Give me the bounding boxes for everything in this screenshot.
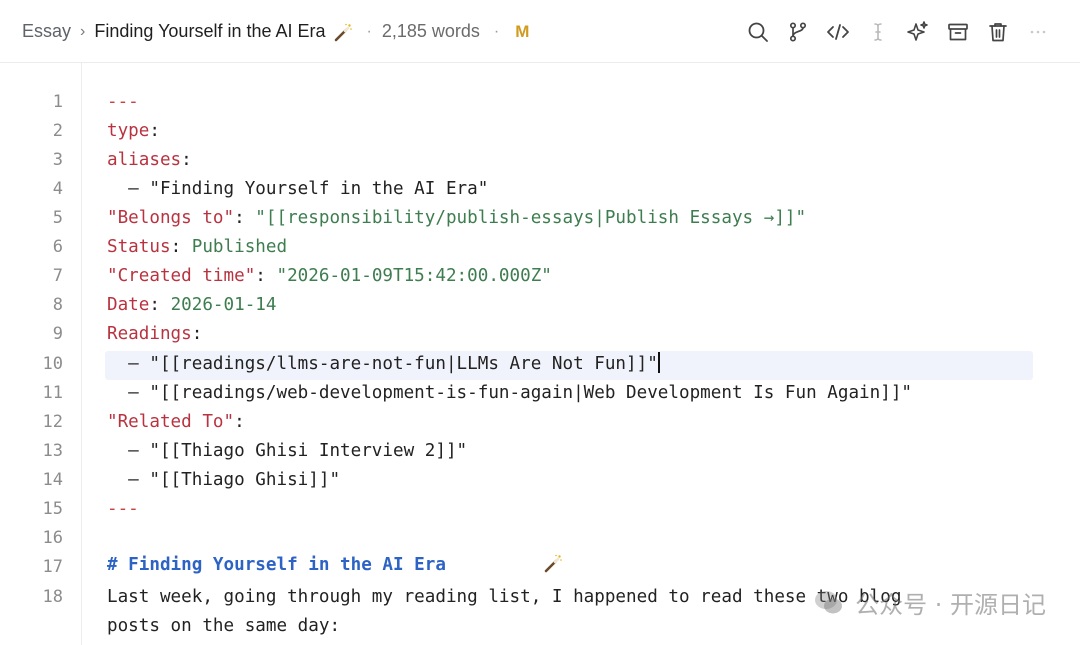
breadcrumb-separator: › <box>80 22 86 40</box>
yaml-value: 2026-01-14 <box>170 295 277 315</box>
yaml-value: "[[responsibility/publish-essays|Publish… <box>255 208 807 228</box>
line-number: 4 <box>52 179 63 199</box>
yaml-key: Date <box>107 295 150 315</box>
yaml-value: Published <box>191 237 288 257</box>
delete-button[interactable] <box>978 12 1018 52</box>
code-line-5: "Belongs to": "[[responsibility/publish-… <box>107 204 806 233</box>
line-number: 10 <box>42 354 63 374</box>
line-number: 8 <box>52 295 63 315</box>
line-number: 16 <box>42 528 63 548</box>
line-number: 12 <box>42 412 63 432</box>
line-number: 3 <box>52 150 63 170</box>
yaml-key: aliases <box>107 150 182 170</box>
yaml-colon: : <box>255 266 277 286</box>
text-caret <box>657 352 660 373</box>
code-line-14: – "[[Thiago Ghisi]]" <box>107 470 341 490</box>
line-number: 14 <box>42 470 63 490</box>
line-number: 7 <box>52 266 63 286</box>
code-icon <box>826 21 850 43</box>
separator-dot-2: · <box>493 22 500 40</box>
yaml-key: Readings <box>107 324 192 344</box>
yaml-key: Status <box>107 237 171 257</box>
code-line-4: – "Finding Yourself in the AI Era" <box>107 179 489 199</box>
breadcrumb: Essay › Finding Yourself in the AI Era ·… <box>22 0 529 63</box>
code-line-15: --- <box>107 495 139 524</box>
branch-icon <box>787 21 809 43</box>
markdown-heading: # Finding Yourself in the AI Era <box>107 555 446 576</box>
line-number: 6 <box>52 237 63 257</box>
yaml-colon: : <box>149 121 160 141</box>
word-count: 2,185 words <box>381 21 480 41</box>
magic-wand-icon <box>458 524 563 583</box>
code-line-12: "Related To": <box>107 408 245 437</box>
line-number-gutter: 1 2 3 4 5 6 7 8 9 10 11 12 13 14 15 16 1… <box>0 63 82 645</box>
code-line-7: "Created time": "2026-01-09T15:42:00.000… <box>107 262 552 291</box>
trash-icon <box>987 21 1009 43</box>
line-number: 17 <box>42 557 63 577</box>
ai-sparkle-button[interactable] <box>898 12 938 52</box>
code-line-1: --- <box>107 88 139 117</box>
line-number: 1 <box>52 92 63 112</box>
search-button[interactable] <box>738 12 778 52</box>
line-number: 9 <box>52 324 63 344</box>
more-options-button[interactable] <box>1018 12 1058 52</box>
code-line-8: Date: 2026-01-14 <box>107 291 277 320</box>
yaml-key: "Related To" <box>107 412 235 432</box>
archive-icon <box>947 21 969 43</box>
source-code-button[interactable] <box>818 12 858 52</box>
code-content[interactable]: --- type: aliases: – "Finding Yourself i… <box>107 63 1080 645</box>
line-number: 2 <box>52 121 63 141</box>
text-cursor-icon <box>867 21 889 43</box>
sparkle-icon <box>906 20 930 44</box>
code-line-9: Readings: <box>107 320 202 349</box>
code-line-16: # Finding Yourself in the AI Era <box>107 524 563 575</box>
code-line-18: Last week, going through my reading list… <box>107 587 902 607</box>
yaml-value: "2026-01-09T15:42:00.000Z" <box>276 266 552 286</box>
magic-wand-icon <box>333 22 353 42</box>
branch-button[interactable] <box>778 12 818 52</box>
yaml-key: "Belongs to" <box>107 208 235 228</box>
code-line-2: type: <box>107 117 160 146</box>
yaml-colon: : <box>149 295 171 315</box>
line-number: 13 <box>42 441 63 461</box>
editor-header: Essay › Finding Yourself in the AI Era ·… <box>0 0 1080 63</box>
code-line-3: aliases: <box>107 146 192 175</box>
toolbar <box>738 0 1058 63</box>
line-number: 5 <box>52 208 63 228</box>
markdown-source-editor[interactable]: 1 2 3 4 5 6 7 8 9 10 11 12 13 14 15 16 1… <box>0 63 1080 645</box>
yaml-list-item: – "[[readings/llms-are-not-fun|LLMs Are … <box>107 354 658 374</box>
archive-button[interactable] <box>938 12 978 52</box>
separator-dot: · <box>366 22 372 40</box>
code-line-13: – "[[Thiago Ghisi Interview 2]]" <box>107 441 468 461</box>
yaml-colon: : <box>191 324 203 344</box>
code-line-11: – "[[readings/web-development-is-fun-aga… <box>107 383 913 403</box>
more-icon <box>1027 21 1049 43</box>
frontmatter-delimiter: --- <box>107 499 139 519</box>
code-line-18-wrap: posts on the same day: <box>107 616 341 636</box>
yaml-colon: : <box>170 237 192 257</box>
code-line-6: Status: Published <box>107 233 287 262</box>
line-number: 18 <box>42 587 63 607</box>
modified-status-badge[interactable]: M <box>515 22 529 42</box>
yaml-key: type <box>107 121 150 141</box>
frontmatter-delimiter: --- <box>107 92 139 112</box>
breadcrumb-essay[interactable]: Essay <box>22 21 71 42</box>
search-icon <box>747 21 769 43</box>
line-number: 15 <box>42 499 63 519</box>
line-number: 11 <box>42 383 63 403</box>
yaml-colon: : <box>234 208 256 228</box>
yaml-colon: : <box>234 412 245 432</box>
text-cursor-button[interactable] <box>858 12 898 52</box>
yaml-key: "Created time" <box>107 266 256 286</box>
yaml-colon: : <box>181 150 192 170</box>
code-line-10: – "[[readings/llms-are-not-fun|LLMs Are … <box>107 350 660 379</box>
page-title[interactable]: Finding Yourself in the AI Era <box>94 21 325 42</box>
